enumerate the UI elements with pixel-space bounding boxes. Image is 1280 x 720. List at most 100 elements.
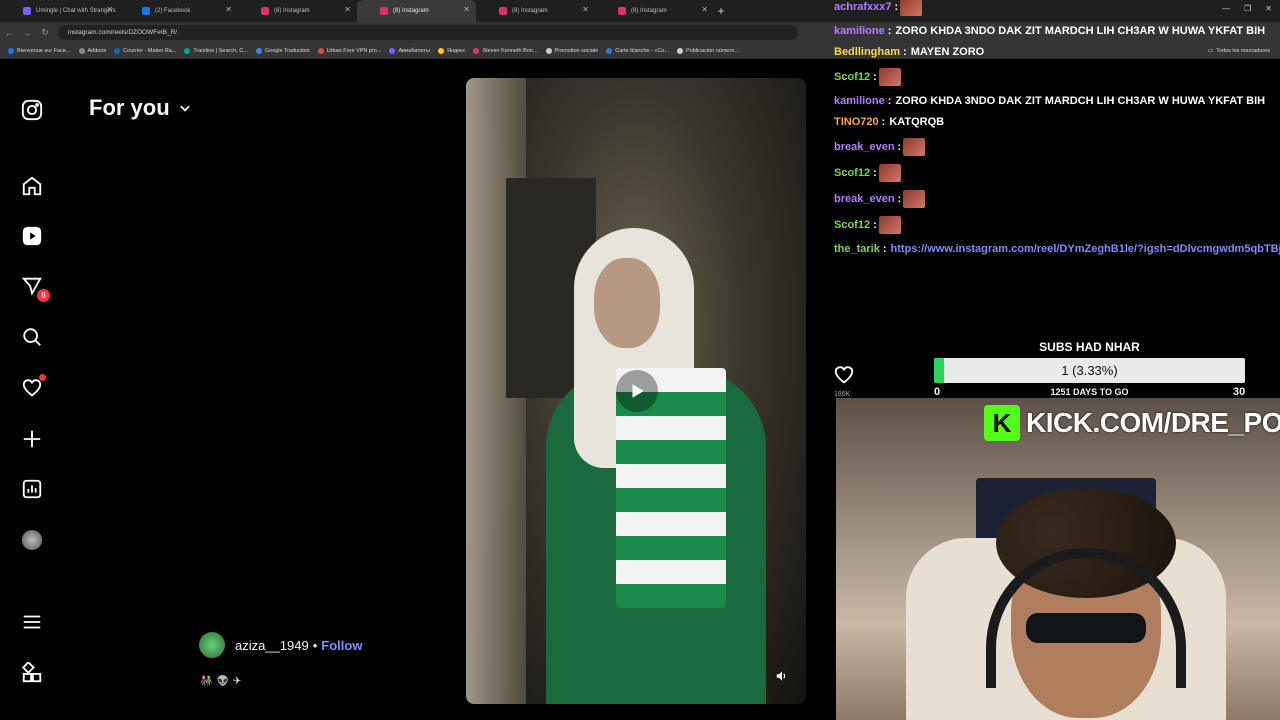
tab-favicon-icon: [261, 7, 269, 15]
bookmark-favicon-icon: [184, 47, 191, 54]
chat-message: kamilione : ZORO KHDA 3NDO DAK ZIT MARDCH…: [834, 25, 1265, 37]
kick-url: KICK.COM/DRE_POP: [1026, 407, 1280, 438]
subs-value: 1 (3.33%): [1061, 363, 1118, 378]
tab-label: (8) Instagram: [393, 8, 429, 14]
chat-link[interactable]: https://www.instagram.com/reel/DYmZeghB1…: [891, 243, 1280, 255]
bookmark-favicon-icon: [317, 47, 324, 54]
messages-icon[interactable]: 8: [20, 274, 50, 302]
browser-tab[interactable]: (8) Instagram ✕: [476, 0, 595, 22]
chat-message: kamilione : ZORO KHDA 3NDO DAK ZIT MARDCH…: [834, 95, 1265, 107]
chat-username[interactable]: kamilione: [834, 95, 885, 107]
chat-separator: :: [894, 1, 899, 13]
profile-avatar[interactable]: [20, 528, 44, 552]
bookmark-item[interactable]: Steven Kenneth Bon...: [473, 47, 538, 54]
like-button[interactable]: [833, 364, 855, 391]
reel-video[interactable]: [466, 78, 806, 704]
instagram-logo-icon[interactable]: [20, 98, 44, 122]
chat-username[interactable]: break_even: [834, 193, 895, 205]
audio-toggle[interactable]: [772, 666, 792, 686]
more-menu-icon[interactable]: [20, 610, 44, 634]
heart-icon: [834, 366, 854, 384]
browser-tab[interactable]: (8) Instagram ✕: [238, 0, 357, 22]
back-icon[interactable]: ←: [0, 28, 18, 38]
chat-username[interactable]: achrafxxx7: [834, 1, 892, 13]
bookmark-item[interactable]: Авиабилеты: [389, 47, 430, 54]
browser-tab[interactable]: (8) Instagram ✕: [357, 0, 476, 22]
bookmark-favicon-icon: [78, 47, 85, 54]
subs-title: SUBS HAD NHAR: [1039, 340, 1140, 354]
bookmark-favicon-icon: [389, 47, 396, 54]
tab-close-icon[interactable]: ✕: [582, 5, 589, 14]
bookmark-label: Carte blanche - «Co...: [615, 47, 670, 54]
browser-tab[interactable]: Umingle | Chat with Strangers ✕: [0, 0, 119, 22]
kick-logo-icon: K: [984, 405, 1020, 441]
bookmark-label: Trainline | Search, C...: [193, 47, 248, 54]
chat-emote-icon: [900, 0, 923, 16]
chat-text: ZORO KHDA 3NDO DAK ZIT MARDCH LIH CH3AR …: [895, 25, 1266, 37]
bookmark-item[interactable]: Яндекс: [437, 47, 465, 54]
tab-close-icon[interactable]: ✕: [463, 5, 470, 14]
bookmark-label: Urban Free VPN pro...: [326, 47, 382, 54]
chat-message: break_even :: [834, 190, 926, 208]
chat-username[interactable]: Bedllingham: [834, 46, 900, 58]
instagram-sidebar: 8: [0, 60, 64, 720]
bookmark-label: Addons: [87, 47, 107, 54]
play-button[interactable]: [616, 370, 658, 412]
home-icon[interactable]: [20, 174, 44, 198]
chat-separator: :: [897, 141, 902, 153]
chat-message: achrafxxx7 :: [834, 0, 923, 16]
chat-username[interactable]: the_tarik: [834, 243, 880, 255]
tab-close-icon[interactable]: ✕: [701, 5, 708, 14]
author-avatar[interactable]: [199, 632, 225, 658]
chat-message: Scof12 :: [834, 216, 901, 234]
create-plus-icon[interactable]: [20, 427, 44, 451]
tab-favicon-icon: [380, 7, 388, 15]
bookmark-item[interactable]: Carte blanche - «Co...: [606, 47, 670, 54]
search-icon[interactable]: [20, 325, 44, 349]
chat-username[interactable]: Scof12: [834, 219, 870, 231]
bookmark-item[interactable]: Courrier - Mateo Ra...: [114, 47, 177, 54]
feed-title: For you: [89, 95, 170, 120]
bookmark-item[interactable]: Urban Free VPN pro...: [317, 47, 382, 54]
bookmark-item[interactable]: Google Traduction: [255, 47, 310, 54]
chat-text: ZORO KHDA 3NDO DAK ZIT MARDCH LIH CH3AR …: [895, 95, 1266, 107]
caption-emojis: 👫 👽 ✈: [200, 676, 241, 687]
bookmark-item[interactable]: Addons: [78, 47, 107, 54]
new-tab-button[interactable]: +: [714, 4, 728, 18]
feed-selector[interactable]: For you: [89, 95, 192, 121]
airplane-emoji-icon: ✈: [232, 676, 242, 687]
author-username[interactable]: aziza__1949: [235, 638, 309, 653]
notification-dot: [39, 374, 46, 381]
bookmark-label: Courrier - Mateo Ra...: [123, 47, 177, 54]
reels-icon[interactable]: [20, 224, 44, 248]
chat-username[interactable]: Scof12: [834, 71, 870, 83]
notifications-heart-icon[interactable]: [20, 374, 46, 400]
dashboard-icon[interactable]: [20, 477, 44, 501]
chat-emote-icon: [878, 216, 901, 234]
bookmark-item[interactable]: Publicación número...: [677, 47, 739, 54]
tab-label: (8) Instagram: [512, 8, 548, 14]
bookmark-label: Google Traduction: [264, 47, 310, 54]
chat-username[interactable]: TINO720: [834, 116, 879, 128]
also-from-meta-icon[interactable]: [20, 661, 44, 685]
tab-close-icon[interactable]: ✕: [106, 5, 113, 14]
bookmark-label: Bienvenue sur Face...: [17, 47, 71, 54]
reload-icon[interactable]: ↻: [36, 27, 54, 38]
forward-icon[interactable]: →: [18, 28, 36, 38]
bookmark-item[interactable]: Bienvenue sur Face...: [8, 47, 71, 54]
chat-username[interactable]: break_even: [834, 141, 895, 153]
tab-close-icon[interactable]: ✕: [344, 5, 351, 14]
browser-tab[interactable]: (2) Facebook ✕: [119, 0, 238, 22]
bookmark-favicon-icon: [437, 47, 444, 54]
follow-button[interactable]: Follow: [321, 638, 362, 653]
chat-separator: :: [897, 193, 902, 205]
chat-username[interactable]: kamilione: [834, 25, 885, 37]
tab-close-icon[interactable]: ✕: [225, 5, 232, 14]
chat-username[interactable]: Scof12: [834, 167, 870, 179]
bookmark-item[interactable]: Promotion sociale: [545, 47, 598, 54]
url-field[interactable]: instagram.com/reels/DZOOWFeIB_R/: [58, 25, 798, 40]
notifications-badge: 8: [37, 289, 50, 302]
bookmark-item[interactable]: Trainline | Search, C...: [184, 47, 248, 54]
browser-tab[interactable]: (8) Instagram ✕: [595, 0, 714, 22]
bookmark-favicon-icon: [677, 47, 684, 54]
